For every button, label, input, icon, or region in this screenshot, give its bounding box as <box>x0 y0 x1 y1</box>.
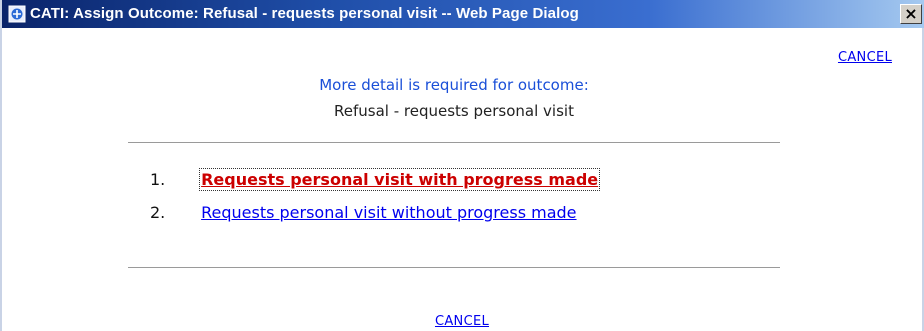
intro-text: More detail is required for outcome: <box>319 76 589 94</box>
cancel-link-bottom[interactable]: CANCEL <box>435 314 489 329</box>
option-link-with-progress[interactable]: Requests personal visit with progress ma… <box>199 168 601 191</box>
title-bar[interactable]: CATI: Assign Outcome: Refusal - requests… <box>2 0 924 28</box>
option-link-without-progress[interactable]: Requests personal visit without progress… <box>201 203 576 222</box>
option-list: 1. Requests personal visit with progress… <box>150 166 601 232</box>
outcome-name: Refusal - requests personal visit <box>334 102 574 120</box>
option-number: 1. <box>150 170 166 189</box>
cancel-bottom-wrapper: CANCEL <box>2 314 922 329</box>
close-icon: × <box>904 4 918 23</box>
option-number: 2. <box>150 203 166 222</box>
window-title: CATI: Assign Outcome: Refusal - requests… <box>30 5 579 22</box>
cancel-link-top[interactable]: CANCEL <box>838 50 892 65</box>
divider-bottom <box>128 267 780 268</box>
option-item: 2. Requests personal visit without progr… <box>150 199 598 232</box>
dialog-content: CANCEL More detail is required for outco… <box>2 28 924 331</box>
dialog-window: CATI: Assign Outcome: Refusal - requests… <box>0 0 924 331</box>
ie-page-icon <box>8 5 26 23</box>
close-button[interactable]: × <box>900 4 922 24</box>
option-item: 1. Requests personal visit with progress… <box>150 166 601 199</box>
divider-top <box>128 142 780 143</box>
